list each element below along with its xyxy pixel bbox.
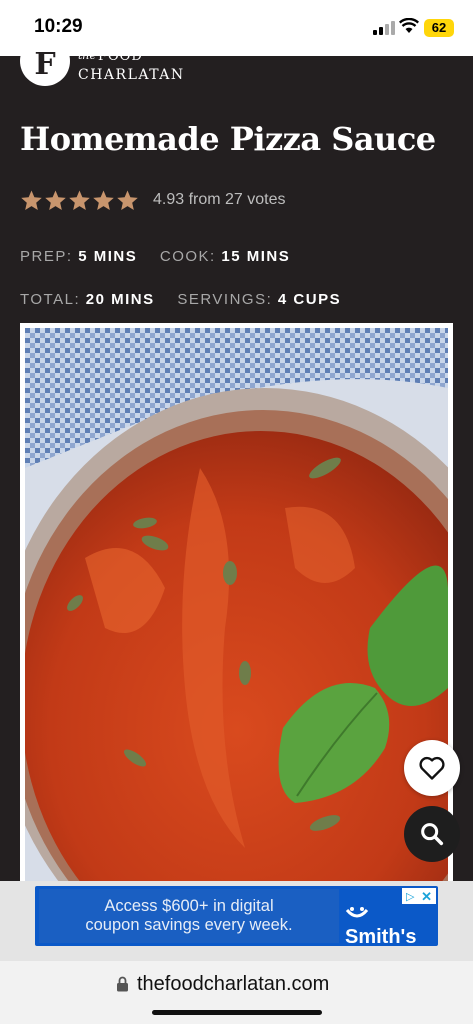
smiths-logo-icon <box>345 907 369 918</box>
star-icon[interactable] <box>44 189 67 212</box>
ad-banner-container: Access $600+ in digital coupon savings e… <box>0 881 473 961</box>
battery-icon: 62 <box>424 19 454 37</box>
heart-icon <box>419 756 445 780</box>
star-icon[interactable] <box>68 189 91 212</box>
recipe-title: Homemade Pizza Sauce <box>20 120 436 158</box>
logo-the: the <box>78 49 97 62</box>
total-value: 20 MINS <box>85 291 155 308</box>
recipe-rating[interactable]: 4.93 from 27 votes <box>20 186 286 214</box>
cook-label: COOK: <box>159 248 216 265</box>
search-button[interactable] <box>404 806 460 862</box>
favorite-button[interactable] <box>404 740 460 796</box>
ad-brand: Smith's <box>345 903 438 949</box>
url-text: thefoodcharlatan.com <box>137 973 330 995</box>
prep-value: 5 MINS <box>78 248 138 265</box>
star-icon[interactable] <box>92 189 115 212</box>
logo-charlatan: CHARLATAN <box>78 67 185 83</box>
cook-value: 15 MINS <box>221 248 291 265</box>
pizza-sauce-photo <box>25 328 448 958</box>
status-bar: 10:29 62 <box>0 0 473 56</box>
search-icon <box>421 823 444 846</box>
ad-line-1: Access $600+ in digital <box>104 897 274 915</box>
star-icon[interactable] <box>20 189 43 212</box>
total-label: TOTAL: <box>20 291 81 308</box>
ad-choices-button[interactable]: ▷ ✕ <box>402 888 436 904</box>
ad-brand-label: Smith's <box>345 926 417 948</box>
rating-text: 4.93 from 27 votes <box>153 191 286 208</box>
home-indicator[interactable] <box>152 1010 322 1015</box>
servings-label: SERVINGS: <box>177 291 273 308</box>
signal-icon <box>373 21 395 35</box>
ad-text: Access $600+ in digital coupon savings e… <box>39 889 339 943</box>
recipe-hero-image <box>20 323 453 963</box>
logo-badge: F <box>20 36 70 86</box>
prep-label: PREP: <box>20 248 73 265</box>
rating-stars[interactable] <box>20 189 139 212</box>
wifi-icon <box>399 18 419 33</box>
servings-value: 4 CUPS <box>277 291 342 308</box>
status-time: 10:29 <box>34 16 83 37</box>
lock-icon <box>117 976 128 992</box>
ad-close-icon[interactable]: ✕ <box>421 889 432 905</box>
logo-food: FOOD <box>98 49 143 64</box>
ad-banner[interactable]: Access $600+ in digital coupon savings e… <box>35 886 438 949</box>
star-icon[interactable] <box>116 189 139 212</box>
yield-row: TOTAL: 20 MINS SERVINGS: 4 CUPS <box>20 291 341 308</box>
ad-line-2: coupon savings every week. <box>85 916 293 934</box>
time-row: PREP: 5 MINS COOK: 15 MINS <box>20 248 290 265</box>
browser-address-bar[interactable]: thefoodcharlatan.com <box>0 961 473 1024</box>
ad-choices-icon: ▷ <box>406 891 415 903</box>
